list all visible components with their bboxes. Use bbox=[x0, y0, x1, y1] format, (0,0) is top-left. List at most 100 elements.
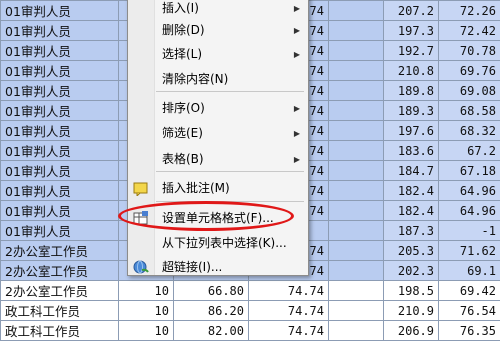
cell-average[interactable]: 69.08 bbox=[439, 81, 500, 101]
menu-item-filter[interactable]: 筛选(E) ▶ bbox=[128, 123, 308, 144]
cell-average[interactable]: 70.78 bbox=[439, 41, 500, 61]
cell-total[interactable]: 187.3 bbox=[384, 221, 439, 241]
menu-item-insert[interactable]: 插入(I) ▶ bbox=[128, 0, 308, 19]
menu-item-label: 表格(B) bbox=[162, 149, 204, 170]
cell-average[interactable]: 72.26 bbox=[439, 1, 500, 21]
menu-item-label: 选择(L) bbox=[162, 44, 202, 65]
cell-average[interactable]: 72.42 bbox=[439, 21, 500, 41]
cell-empty[interactable] bbox=[329, 261, 384, 281]
cell-name[interactable]: 01审判人员 bbox=[1, 121, 119, 141]
cell-total[interactable]: 205.3 bbox=[384, 241, 439, 261]
cell-average[interactable]: 64.96 bbox=[439, 181, 500, 201]
menu-item-label: 超链接(I)... bbox=[162, 257, 222, 278]
table-row[interactable]: 2办公室工作员1066.8074.74 198.569.42 bbox=[1, 281, 500, 301]
cell-total[interactable]: 183.6 bbox=[384, 141, 439, 161]
submenu-arrow-icon: ▶ bbox=[294, 0, 300, 19]
cell-empty[interactable] bbox=[329, 1, 384, 21]
cell-name[interactable]: 政工科工作员 bbox=[1, 301, 119, 321]
menu-separator bbox=[156, 91, 304, 92]
menu-item-label: 插入(I) bbox=[162, 0, 199, 19]
cell-e[interactable]: 74.74 bbox=[249, 281, 329, 301]
cell-average[interactable]: 68.58 bbox=[439, 101, 500, 121]
cell-name[interactable]: 01审判人员 bbox=[1, 61, 119, 81]
menu-item-table[interactable]: 表格(B) ▶ bbox=[128, 149, 308, 170]
cell-empty[interactable] bbox=[329, 21, 384, 41]
cell-name[interactable]: 01审判人员 bbox=[1, 101, 119, 121]
cell-average[interactable]: 69.76 bbox=[439, 61, 500, 81]
cell-empty[interactable] bbox=[329, 181, 384, 201]
cell-name[interactable]: 01审判人员 bbox=[1, 161, 119, 181]
menu-item-select[interactable]: 选择(L) ▶ bbox=[128, 44, 308, 65]
cell-total[interactable]: 182.4 bbox=[384, 201, 439, 221]
cell-total[interactable]: 210.9 bbox=[384, 301, 439, 321]
menu-item-label: 筛选(E) bbox=[162, 123, 203, 144]
cell-name[interactable]: 01审判人员 bbox=[1, 201, 119, 221]
menu-item-label: 插入批注(M) bbox=[162, 178, 230, 199]
submenu-arrow-icon: ▶ bbox=[294, 44, 300, 65]
cell-name[interactable]: 2办公室工作员 bbox=[1, 261, 119, 281]
cell-average[interactable]: 67.18 bbox=[439, 161, 500, 181]
cell-name[interactable]: 01审判人员 bbox=[1, 141, 119, 161]
cell-total[interactable]: 210.8 bbox=[384, 61, 439, 81]
comment-icon bbox=[133, 181, 149, 196]
cell-total[interactable]: 207.2 bbox=[384, 1, 439, 21]
cell-empty[interactable] bbox=[329, 81, 384, 101]
cell-total[interactable]: 197.3 bbox=[384, 21, 439, 41]
menu-item-clear-contents[interactable]: 清除内容(N) bbox=[128, 69, 308, 90]
cell-total[interactable]: 192.7 bbox=[384, 41, 439, 61]
cell-name[interactable]: 2办公室工作员 bbox=[1, 241, 119, 261]
menu-separator bbox=[156, 171, 304, 172]
submenu-arrow-icon: ▶ bbox=[294, 98, 300, 119]
cell-average[interactable]: -1 bbox=[439, 221, 500, 241]
context-menu: 插入(I)▶删除(D)▶选择(L)▶清除内容(N)排序(O)▶筛选(E)▶表格(… bbox=[127, 0, 309, 276]
cell-empty[interactable] bbox=[329, 141, 384, 161]
cell-average[interactable]: 64.96 bbox=[439, 201, 500, 221]
menu-item-pick-from-list[interactable]: 从下拉列表中选择(K)... bbox=[128, 233, 308, 254]
submenu-arrow-icon: ▶ bbox=[294, 149, 300, 170]
cell-count[interactable]: 10 bbox=[119, 301, 174, 321]
cell-average[interactable]: 68.32 bbox=[439, 121, 500, 141]
cell-empty[interactable] bbox=[329, 301, 384, 321]
table-row[interactable]: 政工科工作员1086.2074.74 210.976.54 bbox=[1, 301, 500, 321]
cell-name[interactable]: 01审判人员 bbox=[1, 41, 119, 61]
cell-total[interactable]: 184.7 bbox=[384, 161, 439, 181]
menu-item-sort[interactable]: 排序(O)▶ bbox=[128, 98, 308, 119]
cell-average[interactable]: 76.54 bbox=[439, 301, 500, 321]
cell-average[interactable]: 71.62 bbox=[439, 241, 500, 261]
cell-name[interactable]: 01审判人员 bbox=[1, 221, 119, 241]
cell-empty[interactable] bbox=[329, 101, 384, 121]
menu-item-hyperlink[interactable]: 超链接(I)... bbox=[128, 257, 308, 278]
cell-name[interactable]: 2办公室工作员 bbox=[1, 281, 119, 301]
cell-average[interactable]: 69.42 bbox=[439, 281, 500, 301]
submenu-arrow-icon: ▶ bbox=[294, 123, 300, 144]
cell-score[interactable]: 86.20 bbox=[174, 301, 249, 321]
cell-name[interactable]: 01审判人员 bbox=[1, 21, 119, 41]
cell-empty[interactable] bbox=[329, 241, 384, 261]
cell-name[interactable]: 01审判人员 bbox=[1, 1, 119, 21]
cell-total[interactable]: 198.5 bbox=[384, 281, 439, 301]
cell-total[interactable]: 182.4 bbox=[384, 181, 439, 201]
cell-empty[interactable] bbox=[329, 121, 384, 141]
cell-count[interactable]: 10 bbox=[119, 281, 174, 301]
menu-item-delete[interactable]: 删除(D)▶ bbox=[128, 20, 308, 41]
cell-empty[interactable] bbox=[329, 221, 384, 241]
submenu-arrow-icon: ▶ bbox=[294, 20, 300, 41]
menu-item-label: 清除内容(N) bbox=[162, 69, 228, 90]
cell-empty[interactable] bbox=[329, 161, 384, 181]
cell-e[interactable]: 74.74 bbox=[249, 301, 329, 321]
cell-total[interactable]: 189.8 bbox=[384, 81, 439, 101]
cell-empty[interactable] bbox=[329, 61, 384, 81]
cell-average[interactable]: 67.2 bbox=[439, 141, 500, 161]
menu-item-insert-comment[interactable]: 插入批注(M) bbox=[128, 178, 308, 199]
cell-empty[interactable] bbox=[329, 201, 384, 221]
cell-empty[interactable] bbox=[329, 281, 384, 301]
menu-item-label: 从下拉列表中选择(K)... bbox=[162, 233, 287, 254]
cell-total[interactable]: 189.3 bbox=[384, 101, 439, 121]
cell-name[interactable]: 01审判人员 bbox=[1, 181, 119, 201]
cell-average[interactable]: 69.1 bbox=[439, 261, 500, 281]
cell-score[interactable]: 66.80 bbox=[174, 281, 249, 301]
cell-name[interactable]: 01审判人员 bbox=[1, 81, 119, 101]
cell-empty[interactable] bbox=[329, 41, 384, 61]
cell-total[interactable]: 197.6 bbox=[384, 121, 439, 141]
cell-total[interactable]: 202.3 bbox=[384, 261, 439, 281]
